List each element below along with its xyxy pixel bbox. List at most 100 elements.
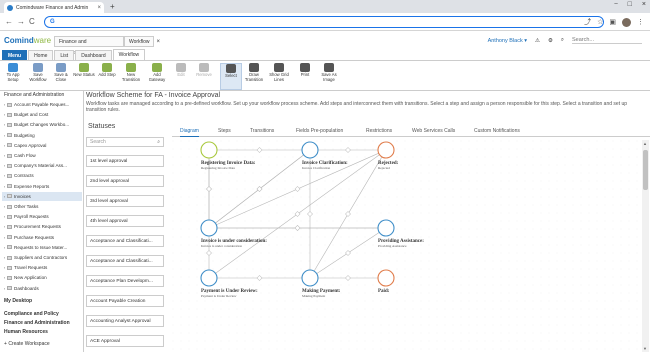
sidebar-item[interactable]: › Travel Requests xyxy=(2,263,82,272)
browser-menu-icon[interactable]: ⋮ xyxy=(637,18,644,26)
status-list-item[interactable]: 4th level approval xyxy=(86,215,164,227)
settings-icon[interactable]: ⚙ xyxy=(548,38,553,44)
tab-menu[interactable]: Menu xyxy=(2,50,28,60)
search-input[interactable]: Search... xyxy=(572,37,642,44)
maximize-icon[interactable]: □ xyxy=(628,1,632,8)
tab-web-services-calls[interactable]: Web Services Calls xyxy=(412,128,455,134)
sidebar-item[interactable]: › Contracts xyxy=(2,171,82,180)
sidebar-item-label: Capex Approval xyxy=(14,142,47,148)
add-step-button[interactable]: Add Step xyxy=(96,63,118,78)
new-tab-icon[interactable]: + xyxy=(110,2,115,11)
sidebar-item[interactable]: › Budget Changes Workbo... xyxy=(2,120,82,129)
new-transition-button[interactable]: New Transition xyxy=(120,63,142,82)
sidebar-item[interactable]: › Company's Material Ass... xyxy=(2,161,82,170)
workflow-diagram-canvas[interactable]: Registering Invoice Data:Registering Inv… xyxy=(172,140,642,352)
ribbon-label: Add Step xyxy=(98,72,116,77)
tab-dashboard[interactable]: Dashboard xyxy=(75,50,112,60)
create-workspace-button[interactable]: + Create Workspace xyxy=(4,341,50,347)
sidebar-item[interactable]: › Account Payable Reques... xyxy=(2,100,82,109)
sidebar-item[interactable]: › Procurement Requests xyxy=(2,222,82,231)
save-as-image-button[interactable]: Save As Image xyxy=(318,63,340,82)
step-description: Making Payment xyxy=(302,294,325,298)
sidebar-section-my-desktop[interactable]: My Desktop xyxy=(4,298,32,304)
sidebar-item[interactable]: › Other Tasks xyxy=(2,202,82,211)
sidebar-section-hr[interactable]: Human Resources xyxy=(4,329,48,335)
close-window-icon[interactable]: × xyxy=(642,1,646,8)
vertical-scrollbar[interactable]: ▲ ▼ xyxy=(642,140,649,352)
save-workflow-button[interactable]: Save Workflow xyxy=(27,63,49,82)
status-list-item[interactable]: Acceptance and Classificati... xyxy=(86,255,164,267)
app-header: Comindware Finance and Administration Wo… xyxy=(0,31,650,56)
omnibox-input[interactable]: G xyxy=(44,16,604,28)
sidebar-item[interactable]: › Dashboards xyxy=(2,284,82,293)
scroll-down-icon[interactable]: ▼ xyxy=(643,346,647,351)
add-gateway-button[interactable]: Add Gateway xyxy=(146,63,168,82)
remove-button[interactable]: Remove xyxy=(193,63,215,78)
bookmark-icon[interactable]: ☆ xyxy=(597,18,603,26)
sidebar-item-label: Account Payable Reques... xyxy=(14,102,70,107)
status-list-item[interactable]: 1st level approval xyxy=(86,155,164,167)
new-status-button[interactable]: New Status xyxy=(73,63,95,78)
breadcrumb-workflow[interactable]: Workflow xyxy=(124,36,155,47)
notifications-icon[interactable]: ⚠ xyxy=(535,38,540,44)
browser-tab[interactable]: Comindware Finance and Admin × xyxy=(4,2,104,13)
extensions-icon[interactable]: ▣ xyxy=(609,18,616,26)
ribbon-toolbar: To App Setup Save Workflow Save & Close New… xyxy=(0,61,650,91)
close-breadcrumb-icon[interactable]: × xyxy=(156,39,160,45)
tab-custom-notifications[interactable]: Custom Notifications xyxy=(474,128,520,134)
share-icon[interactable]: ⤴ xyxy=(584,17,591,27)
sidebar-item[interactable]: › Purchase Requests xyxy=(2,233,82,242)
profile-avatar[interactable] xyxy=(622,17,631,27)
status-list-item[interactable]: Accounting Analyst Approval xyxy=(86,315,164,327)
sidebar-item[interactable]: › Invoices xyxy=(2,191,82,201)
sidebar-item[interactable]: › Capex Approval xyxy=(2,141,82,150)
search-icon[interactable]: ⌕ xyxy=(561,37,564,44)
sidebar-section-compliance[interactable]: Compliance and Policy xyxy=(4,311,59,317)
tab-transitions[interactable]: Transitions xyxy=(250,128,274,134)
close-tab-icon[interactable]: × xyxy=(97,5,101,11)
sidebar-item[interactable]: › Budget and Cost xyxy=(2,110,82,119)
sidebar-item[interactable]: › Payroll Requests xyxy=(2,212,82,221)
scroll-thumb[interactable] xyxy=(643,150,648,190)
scroll-up-icon[interactable]: ▲ xyxy=(643,141,647,146)
draw-transition-button[interactable]: Draw Transition xyxy=(243,63,265,82)
edit-button[interactable]: Edit xyxy=(170,63,192,78)
folder-icon xyxy=(7,194,12,199)
tab-steps[interactable]: Steps xyxy=(218,128,231,134)
minimize-icon[interactable]: – xyxy=(614,1,617,8)
select-button[interactable]: Select xyxy=(220,63,242,90)
print-button[interactable]: Print xyxy=(294,63,316,78)
folder-icon xyxy=(7,102,12,107)
status-list-item[interactable]: ACE Approval xyxy=(86,335,164,347)
status-list-item[interactable]: Acceptance Plan Developm... xyxy=(86,275,164,287)
sidebar-item-label: Contracts xyxy=(14,173,34,179)
show-grid-lines-button[interactable]: Show Grid Lines xyxy=(268,63,290,82)
sidebar-item[interactable]: › Suppliers and Contractors xyxy=(2,253,82,262)
status-list-item[interactable]: Account Payable Creation xyxy=(86,295,164,307)
tab-home[interactable]: Home xyxy=(28,50,54,60)
statuses-search-input[interactable]: Search ⌕ xyxy=(86,137,164,147)
tab-workflow[interactable]: Workflow xyxy=(112,49,146,60)
user-name[interactable]: Anthony Black ▾ xyxy=(488,38,527,44)
tab-restrictions[interactable]: Restrictions xyxy=(366,128,392,134)
save-close-button[interactable]: Save & Close xyxy=(50,63,72,82)
breadcrumb-workspace[interactable]: Finance and Administration xyxy=(54,36,124,56)
tab-list[interactable]: List xyxy=(54,50,75,60)
sidebar-section-finance[interactable]: Finance and Administration xyxy=(4,320,70,326)
sidebar-item[interactable]: › Requests to Issue Mater... xyxy=(2,243,82,252)
sidebar-item[interactable]: › New Application xyxy=(2,273,82,282)
forward-icon[interactable]: → xyxy=(17,17,25,26)
status-list-item[interactable]: 2nd level approval xyxy=(86,175,164,187)
back-icon[interactable]: ← xyxy=(5,17,13,26)
to-app-setup-button[interactable]: To App Setup xyxy=(2,63,24,82)
tab-fields-pre-population[interactable]: Fields Pre-population xyxy=(296,128,343,134)
status-list-item[interactable]: 3rd level approval xyxy=(86,195,164,207)
sidebar-item[interactable]: › Budgeting xyxy=(2,131,82,140)
tab-diagram[interactable]: Diagram xyxy=(180,128,199,137)
reload-icon[interactable]: C xyxy=(29,17,35,26)
sidebar-item[interactable]: › Cash Flow xyxy=(2,151,82,160)
status-list-item[interactable]: Acceptance and Classificati... xyxy=(86,235,164,247)
folder-icon xyxy=(7,265,12,270)
sidebar-item[interactable]: › Expense Reports xyxy=(2,182,82,191)
sidebar-item-label: Dashboards xyxy=(14,285,39,291)
